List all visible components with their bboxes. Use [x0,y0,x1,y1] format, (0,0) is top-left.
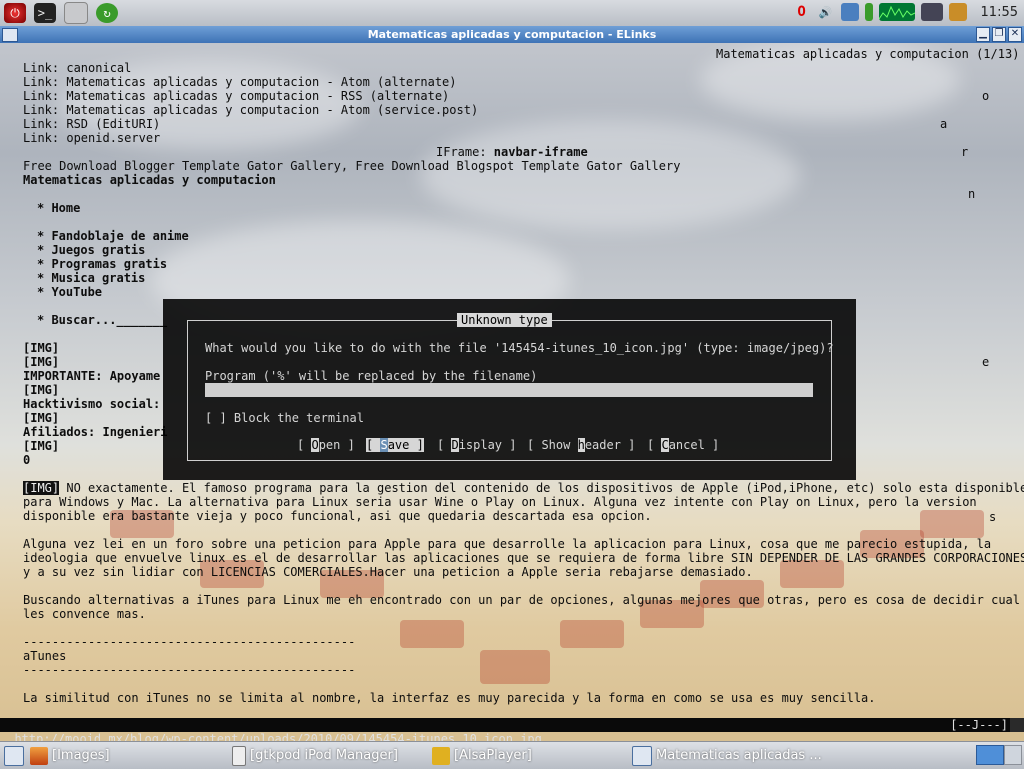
hacktivismo-text: Hacktivismo social: [23,397,161,411]
nav-item-home[interactable]: * Home [37,201,80,215]
terminal-icon[interactable]: >_ [34,3,56,23]
side-letter: n [968,187,976,201]
window-titlebar[interactable]: Matematicas aplicadas y computacion - EL… [0,26,1024,43]
paragraph-line: disponible era bastante vieja y poco fun… [23,509,652,523]
img-placeholder[interactable]: [IMG] [23,355,59,369]
side-letter: o [982,89,990,103]
workspace-2[interactable] [1004,745,1022,765]
task-alsaplayer[interactable]: [AlsaPlayer] [432,742,532,769]
link-item[interactable]: Link: Matematicas aplicadas y computacio… [23,89,449,103]
task-images[interactable]: [Images] [30,742,110,769]
opera-icon[interactable]: O [793,3,811,21]
horizontal-rule: ----------------------------------------… [23,635,356,649]
tagline: Free Download Blogger Template Gator Gal… [23,159,681,173]
taskbar: [Images] [gtkpod iPod Manager] [AlsaPlay… [0,741,1024,769]
page-title-indicator: Matematicas aplicadas y computacion (1/1… [716,47,1020,61]
save-button[interactable]: [ Save ] [366,438,424,452]
program-label: Program ('%' will be replaced by the fil… [205,369,538,383]
link-item[interactable]: Link: Matematicas aplicadas y computacio… [23,75,457,89]
paragraph-line: [IMG] NO exactamente. El famoso programa… [23,481,1024,495]
side-letter: a [940,117,948,131]
window-title: Matematicas aplicadas y computacion - EL… [367,28,657,41]
package-icon[interactable] [948,3,967,21]
img-placeholder[interactable]: [IMG] [23,411,59,425]
task-gtkpod[interactable]: [gtkpod iPod Manager] [232,742,398,769]
img-placeholder[interactable]: [IMG] [23,341,59,355]
top-panel: ⏻ >_ ↻ O 🔊 11:55 [0,0,1024,27]
link-item[interactable]: Link: RSD (EditURI) [23,117,160,131]
section-heading: aTunes [23,649,67,663]
maximize-button[interactable]: ❐ [992,27,1006,42]
window-icon [632,745,652,766]
ipod-icon [232,745,246,766]
power-icon[interactable]: ⏻ [4,3,26,23]
paragraph-line: Alguna vez lei en un foro sobre una peti… [23,537,992,551]
program-input[interactable] [205,383,813,397]
link-item[interactable]: Link: openid.server [23,131,160,145]
dialog-question: What would you like to do with the file … [205,341,834,355]
display-button[interactable]: [ Display ] [437,438,517,452]
nav-item-youtube[interactable]: * YouTube [37,285,102,299]
paragraph-line: ideologia que envuelve linux es el de de… [23,551,1024,565]
volume-icon[interactable]: 🔊 [817,3,835,21]
music-note-icon [432,746,450,765]
paragraph-line: y a su vez sin lidiar con LICENCIAS COME… [23,565,753,579]
paragraph-line: Buscando alternativas a iTunes para Linu… [23,593,1020,607]
nav-item-programas[interactable]: * Programas gratis [37,257,167,271]
window-menu-button[interactable] [2,28,18,42]
nav-item-juegos[interactable]: * Juegos gratis [37,243,145,257]
horizontal-rule: ----------------------------------------… [23,663,356,677]
site-title: Matematicas aplicadas y computacion [23,173,276,187]
status-indicator: [--J---] [950,718,1008,732]
task-elinks[interactable]: Matematicas aplicadas ... [632,742,822,769]
link-item[interactable]: Link: Matematicas aplicadas y computacio… [23,103,478,117]
nav-item-fandoblaje[interactable]: * Fandoblaje de anime [37,229,189,243]
cpu-graph-icon[interactable] [878,3,915,21]
refresh-icon[interactable]: ↻ [96,3,118,23]
system-tray: O 🔊 11:55 [793,3,1018,21]
side-letter: e [982,355,990,369]
img-link[interactable]: [IMG] [23,481,60,495]
paragraph-line: La similitud con iTunes no se limita al … [23,691,876,705]
img-placeholder[interactable]: [IMG] [23,439,59,453]
block-terminal-checkbox[interactable]: [ ] Block the terminal [205,411,364,425]
status-bar-edge [1010,718,1024,732]
img-placeholder[interactable]: [IMG] [23,383,59,397]
minimize-button[interactable]: ▁ [976,27,990,42]
clock[interactable]: 11:55 [981,5,1018,20]
cancel-button[interactable]: [ Cancel ] [647,438,719,452]
dialog-title: Unknown type [457,313,552,327]
counter-text: 0 [23,453,31,467]
iframe-link[interactable]: IFrame: navbar-iframe [436,145,588,159]
side-letter: s [989,510,997,524]
battery-icon[interactable] [864,3,873,21]
network-icon[interactable] [840,3,859,21]
side-letter: r [961,145,969,159]
show-header-button[interactable]: [ Show header ] [527,438,635,452]
show-desktop-button[interactable] [4,742,24,769]
file-manager-icon[interactable] [64,2,88,24]
open-button[interactable]: [ Open ] [297,438,355,452]
afiliados-text: Afiliados: Ingenieri [23,425,168,439]
link-item[interactable]: Link: canonical [23,61,131,75]
importante-text: IMPORTANTE: Apoyame [23,369,161,383]
workspace-1[interactable] [976,745,1004,765]
paragraph-line: les convence mas. [23,607,146,621]
nav-item-musica[interactable]: * Musica gratis [37,271,145,285]
desktop-icon [4,745,24,766]
folder-icon [30,746,48,765]
status-bar: http://mooid.mx/blog/wp-content/uploads/… [0,718,1010,746]
close-button[interactable]: ✕ [1008,27,1022,42]
search-field[interactable]: * Buscar..._______ [37,313,167,327]
paragraph-line: para Windows y Mac. La alternativa para … [23,495,977,509]
monitor-icon[interactable] [920,3,943,21]
